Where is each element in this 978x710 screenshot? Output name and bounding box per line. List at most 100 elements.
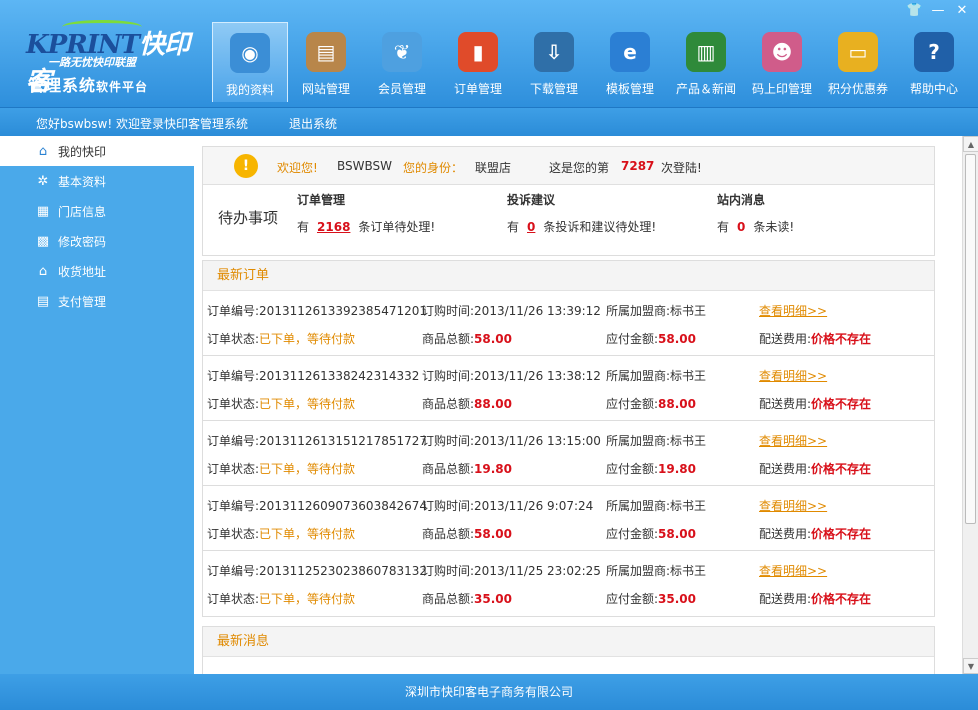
window-controls: 👕 — ✕ xyxy=(906,3,970,18)
scrollbar[interactable]: ▲ ▼ xyxy=(962,136,978,674)
view-detail-link[interactable]: 查看明细>> xyxy=(759,562,827,579)
scroll-down-icon[interactable]: ▼ xyxy=(963,658,978,674)
order-shop-label: 所属加盟商: xyxy=(606,434,671,448)
nav-label: 码上印管理 xyxy=(751,82,812,96)
login-count: 7287 xyxy=(621,159,655,173)
welcome-label: 欢迎您! xyxy=(277,161,318,175)
nav-item-4[interactable]: ⇩ 下载管理 xyxy=(516,22,592,102)
todo-msg-pre: 有 xyxy=(717,220,730,234)
order-ship: 配送费用:价格不存在 xyxy=(759,330,871,347)
sidebar-item-5[interactable]: ▤ 支付管理 xyxy=(0,286,194,316)
order-pay-label: 应付金额: xyxy=(606,592,659,606)
order-total-value: 58.00 xyxy=(474,527,513,541)
order-no-label: 订单编号: xyxy=(207,434,260,448)
scroll-up-icon[interactable]: ▲ xyxy=(963,136,978,152)
nav-label: 模板管理 xyxy=(605,82,654,96)
order-shop: 所属加盟商:标书王 xyxy=(606,302,706,319)
order-no-label: 订单编号: xyxy=(207,304,260,318)
order-shop: 所属加盟商:标书王 xyxy=(606,497,706,514)
order-total: 商品总额:35.00 xyxy=(422,590,512,607)
close-button[interactable]: ✕ xyxy=(954,3,970,18)
order-ship-label: 配送费用: xyxy=(759,332,812,346)
footer: 深圳市快印客电子商务有限公司 xyxy=(0,674,978,710)
order-pay-value: 88.00 xyxy=(658,397,697,411)
logout-link[interactable]: 退出系统 xyxy=(289,115,337,132)
order-row: 订单编号:2013112523023860783132 订购时间:2013/11/… xyxy=(203,551,934,616)
order-ship-value: 价格不存在 xyxy=(811,332,872,346)
order-status-value: 已下单，等待付款 xyxy=(259,592,356,606)
order-status: 订单状态:已下单，等待付款 xyxy=(207,590,355,607)
welcome-box: ! 欢迎您! BSWBSW 您的身份： 联盟店 这是您的第 7287 次登陆! … xyxy=(202,146,935,256)
order-ship-value: 价格不存在 xyxy=(811,462,872,476)
order-no-value: 2013112613392385471201 xyxy=(259,304,428,318)
nav-label: 会员管理 xyxy=(377,82,426,96)
order-pay: 应付金额:19.80 xyxy=(606,460,696,477)
order-time-value: 2013/11/26 13:38:12 xyxy=(474,369,601,383)
order-ship: 配送费用:价格不存在 xyxy=(759,460,871,477)
order-row: 订单编号:2013112609073603842674 订购时间:2013/11/… xyxy=(203,486,934,551)
order-time-label: 订购时间: xyxy=(422,369,475,383)
nav-item-6[interactable]: ▥ 产品＆新闻 xyxy=(668,22,744,102)
sidebar-item-label: 修改密码 xyxy=(58,234,107,249)
nav-item-7[interactable]: ☻ 码上印管理 xyxy=(744,22,820,102)
order-shop: 所属加盟商:标书王 xyxy=(606,432,706,449)
todo-msg-head: 站内消息 xyxy=(717,193,766,207)
identity-label: 您的身份： xyxy=(403,161,464,175)
order-no-value: 2013112523023860783132 xyxy=(259,564,428,578)
sidebar-item-2[interactable]: ▦ 门店信息 xyxy=(0,196,194,226)
order-shop-label: 所属加盟商: xyxy=(606,564,671,578)
skin-icon[interactable]: 👕 xyxy=(906,3,922,18)
sidebar-item-label: 基本资料 xyxy=(58,174,107,189)
order-total-value: 35.00 xyxy=(474,592,513,606)
todo-complaint-head: 投诉建议 xyxy=(507,193,556,207)
todo-order-head: 订单管理 xyxy=(297,193,346,207)
nav-item-3[interactable]: ▮ 订单管理 xyxy=(440,22,516,102)
order-total: 商品总额:58.00 xyxy=(422,525,512,542)
order-time: 订购时间:2013/11/26 13:39:12 xyxy=(422,302,601,319)
todo-complaint-post: 条投诉和建议待处理! xyxy=(543,220,657,234)
order-shop-value: 标书王 xyxy=(670,499,707,513)
minimize-button[interactable]: — xyxy=(930,3,946,18)
order-no-label: 订单编号: xyxy=(207,564,260,578)
nav-item-1[interactable]: ▤ 网站管理 xyxy=(288,22,364,102)
todo-title: 待办事项 xyxy=(218,209,279,227)
order-shop-label: 所属加盟商: xyxy=(606,499,671,513)
login-suffix: 次登陆! xyxy=(661,161,702,175)
order-ship-label: 配送费用: xyxy=(759,397,812,411)
sidebar-item-label: 我的快印 xyxy=(58,144,107,159)
order-no: 订单编号:201311261338242314332 xyxy=(207,367,419,384)
sidebar-item-4[interactable]: ⌂ 收货地址 xyxy=(0,256,194,286)
order-status-value: 已下单，等待付款 xyxy=(259,397,356,411)
order-ship-value: 价格不存在 xyxy=(811,592,872,606)
view-detail-link[interactable]: 查看明细>> xyxy=(759,497,827,514)
todo-order-count[interactable]: 2168 xyxy=(317,220,350,234)
nav-item-2[interactable]: ❦ 会员管理 xyxy=(364,22,440,102)
sidebar-item-0[interactable]: ⌂ 我的快印 xyxy=(0,136,194,166)
scroll-thumb[interactable] xyxy=(965,154,976,524)
sidebar-item-3[interactable]: ▩ 修改密码 xyxy=(0,226,194,256)
order-time-value: 2013/11/26 13:15:00 xyxy=(474,434,601,448)
order-pay: 应付金额:35.00 xyxy=(606,590,696,607)
logo: KPRINT快印客 一路无忧快印联盟 管理系统软件平台 xyxy=(22,18,202,98)
nav-item-5[interactable]: e 模板管理 xyxy=(592,22,668,102)
nav-item-8[interactable]: ▭ 积分优惠券 xyxy=(820,22,896,102)
order-total-label: 商品总额: xyxy=(422,592,475,606)
view-detail-link[interactable]: 查看明细>> xyxy=(759,302,827,319)
order-ship: 配送费用:价格不存在 xyxy=(759,590,871,607)
order-time-label: 订购时间: xyxy=(422,499,475,513)
sidebar-item-1[interactable]: ✲ 基本资料 xyxy=(0,166,194,196)
order-total-value: 19.80 xyxy=(474,462,513,476)
nav-item-0[interactable]: ◉ 我的资料 xyxy=(212,22,288,102)
nav-item-9[interactable]: ? 帮助中心 xyxy=(896,22,972,102)
news-panel: 最新消息 xyxy=(202,626,935,674)
view-detail-link[interactable]: 查看明细>> xyxy=(759,367,827,384)
greeting-text: 您好bswbsw! 欢迎登录快印客管理系统 xyxy=(36,117,248,131)
todo-complaint-count[interactable]: 0 xyxy=(527,220,535,234)
order-pay: 应付金额:58.00 xyxy=(606,525,696,542)
order-status-value: 已下单，等待付款 xyxy=(259,332,356,346)
order-time: 订购时间:2013/11/25 23:02:25 xyxy=(422,562,601,579)
nav-label: 我的资料 xyxy=(225,83,274,97)
order-shop: 所属加盟商:标书王 xyxy=(606,562,706,579)
logo-title: 管理系统软件平台 xyxy=(28,72,148,96)
view-detail-link[interactable]: 查看明细>> xyxy=(759,432,827,449)
